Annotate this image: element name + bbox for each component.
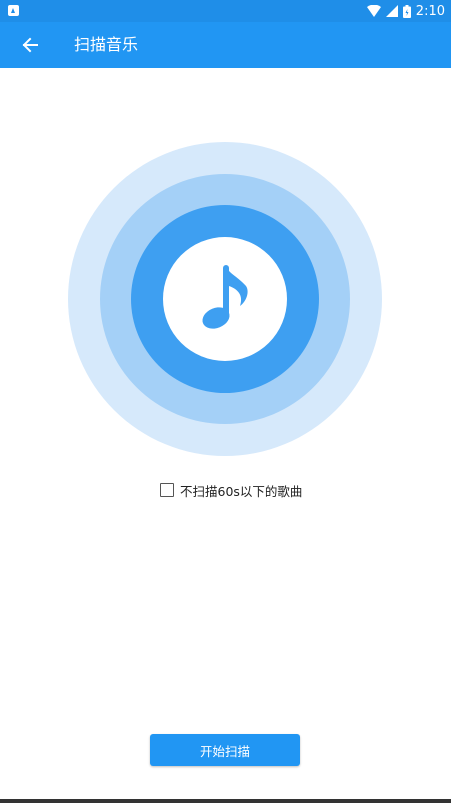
page-title: 扫描音乐 xyxy=(74,35,139,54)
skip-short-checkbox[interactable] xyxy=(160,483,174,497)
app-bar: 扫描音乐 xyxy=(0,22,451,68)
status-time: 2:10 xyxy=(415,3,445,19)
arrow-left-icon xyxy=(22,37,38,53)
wifi-icon xyxy=(366,5,381,17)
music-note-icon xyxy=(202,265,248,329)
bottom-divider xyxy=(0,799,451,803)
signal-icon xyxy=(385,5,398,17)
scan-illustration xyxy=(68,142,382,456)
start-scan-button[interactable]: 开始扫描 xyxy=(150,734,300,766)
status-right: 2:10 xyxy=(366,0,445,22)
skip-short-option[interactable]: 不扫描60s以下的歌曲 xyxy=(160,481,302,499)
status-bar: 2:10 xyxy=(0,0,451,22)
skip-short-label: 不扫描60s以下的歌曲 xyxy=(180,483,303,499)
back-button[interactable] xyxy=(14,29,46,61)
battery-icon xyxy=(402,4,411,18)
notification-icon xyxy=(8,5,19,16)
